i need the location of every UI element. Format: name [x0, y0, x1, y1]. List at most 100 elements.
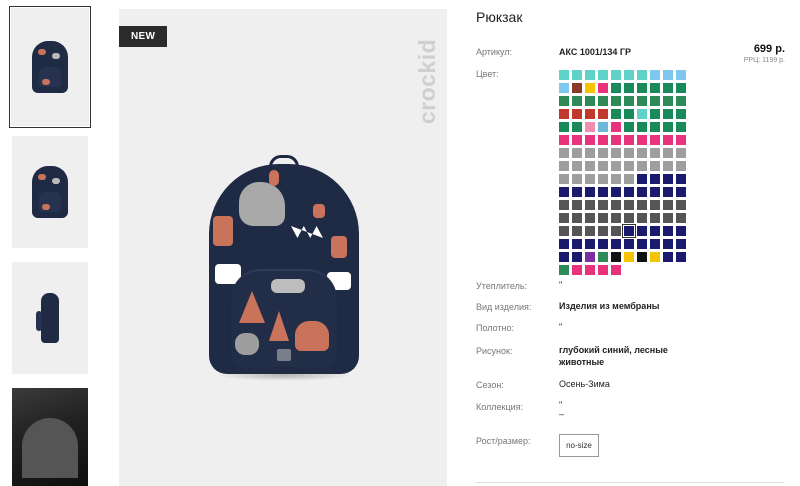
color-swatch[interactable]: [598, 226, 608, 236]
color-swatch[interactable]: [559, 109, 569, 119]
color-swatch[interactable]: [585, 122, 595, 132]
color-swatch[interactable]: [624, 148, 634, 158]
color-swatch[interactable]: [611, 109, 621, 119]
color-swatch[interactable]: [611, 239, 621, 249]
color-swatch[interactable]: [637, 187, 647, 197]
color-swatch[interactable]: [637, 161, 647, 171]
color-swatch[interactable]: [676, 83, 686, 93]
color-swatch[interactable]: [598, 174, 608, 184]
color-swatch[interactable]: [611, 135, 621, 145]
color-swatch[interactable]: [598, 200, 608, 210]
color-swatch[interactable]: [559, 148, 569, 158]
color-swatch[interactable]: [676, 122, 686, 132]
color-swatch[interactable]: [585, 174, 595, 184]
color-swatch[interactable]: [611, 226, 621, 236]
color-swatch[interactable]: [637, 96, 647, 106]
color-swatch[interactable]: [598, 213, 608, 223]
color-swatch[interactable]: [559, 174, 569, 184]
color-swatch[interactable]: [598, 70, 608, 80]
color-swatch[interactable]: [624, 122, 634, 132]
color-swatch[interactable]: [624, 213, 634, 223]
color-swatch[interactable]: [559, 83, 569, 93]
color-swatch[interactable]: [663, 226, 673, 236]
color-swatch[interactable]: [624, 239, 634, 249]
size-option-button[interactable]: no-size: [559, 434, 599, 457]
color-swatch[interactable]: [585, 109, 595, 119]
color-swatch[interactable]: [585, 265, 595, 275]
color-swatch[interactable]: [637, 174, 647, 184]
color-swatch[interactable]: [572, 239, 582, 249]
thumbnail-front[interactable]: [9, 6, 91, 128]
color-swatch[interactable]: [598, 135, 608, 145]
color-swatch[interactable]: [650, 200, 660, 210]
color-swatch[interactable]: [676, 174, 686, 184]
color-swatch[interactable]: [676, 239, 686, 249]
color-swatch[interactable]: [663, 252, 673, 262]
color-swatch[interactable]: [663, 161, 673, 171]
thumbnail-open[interactable]: [12, 388, 88, 486]
color-swatch[interactable]: [572, 213, 582, 223]
color-swatch[interactable]: [611, 161, 621, 171]
color-swatch[interactable]: [650, 122, 660, 132]
color-swatch[interactable]: [663, 239, 673, 249]
color-swatch[interactable]: [637, 109, 647, 119]
color-swatch[interactable]: [676, 187, 686, 197]
color-swatch[interactable]: [559, 200, 569, 210]
color-swatch[interactable]: [572, 226, 582, 236]
color-swatch[interactable]: [622, 224, 636, 238]
color-swatch[interactable]: [598, 239, 608, 249]
color-swatch[interactable]: [585, 83, 595, 93]
color-swatch[interactable]: [585, 161, 595, 171]
thumbnail-side[interactable]: [12, 262, 88, 374]
color-swatch[interactable]: [585, 187, 595, 197]
color-swatch[interactable]: [663, 70, 673, 80]
color-swatch[interactable]: [663, 96, 673, 106]
color-swatch[interactable]: [598, 187, 608, 197]
color-swatch[interactable]: [598, 109, 608, 119]
color-swatch[interactable]: [611, 96, 621, 106]
color-swatch[interactable]: [559, 213, 569, 223]
color-swatch[interactable]: [572, 187, 582, 197]
color-swatch[interactable]: [559, 239, 569, 249]
color-swatch[interactable]: [572, 109, 582, 119]
color-swatch[interactable]: [624, 96, 634, 106]
color-swatch[interactable]: [559, 187, 569, 197]
color-swatch[interactable]: [663, 135, 673, 145]
color-swatch[interactable]: [598, 161, 608, 171]
color-swatch[interactable]: [650, 187, 660, 197]
color-swatch[interactable]: [598, 96, 608, 106]
color-swatch[interactable]: [650, 83, 660, 93]
color-swatch[interactable]: [559, 135, 569, 145]
color-swatch[interactable]: [676, 70, 686, 80]
color-swatch[interactable]: [637, 148, 647, 158]
color-swatch[interactable]: [676, 200, 686, 210]
color-swatch[interactable]: [663, 213, 673, 223]
color-swatch[interactable]: [624, 161, 634, 171]
color-swatch[interactable]: [572, 83, 582, 93]
color-swatch[interactable]: [624, 174, 634, 184]
color-swatch[interactable]: [650, 109, 660, 119]
color-swatch[interactable]: [624, 109, 634, 119]
color-swatch[interactable]: [624, 200, 634, 210]
color-swatch[interactable]: [611, 187, 621, 197]
color-swatch[interactable]: [572, 265, 582, 275]
color-swatch[interactable]: [676, 135, 686, 145]
color-swatch[interactable]: [585, 252, 595, 262]
color-swatch[interactable]: [637, 200, 647, 210]
color-swatch[interactable]: [572, 135, 582, 145]
color-swatch[interactable]: [559, 265, 569, 275]
color-swatch[interactable]: [650, 226, 660, 236]
color-swatch[interactable]: [572, 148, 582, 158]
color-swatch[interactable]: [611, 252, 621, 262]
color-swatch[interactable]: [585, 70, 595, 80]
color-swatch[interactable]: [650, 148, 660, 158]
color-swatch[interactable]: [637, 135, 647, 145]
color-swatch[interactable]: [650, 252, 660, 262]
color-swatch[interactable]: [637, 213, 647, 223]
color-swatch[interactable]: [585, 226, 595, 236]
color-swatch[interactable]: [559, 96, 569, 106]
color-swatch[interactable]: [559, 122, 569, 132]
color-swatch[interactable]: [572, 161, 582, 171]
color-swatch[interactable]: [572, 70, 582, 80]
color-swatch[interactable]: [637, 252, 647, 262]
